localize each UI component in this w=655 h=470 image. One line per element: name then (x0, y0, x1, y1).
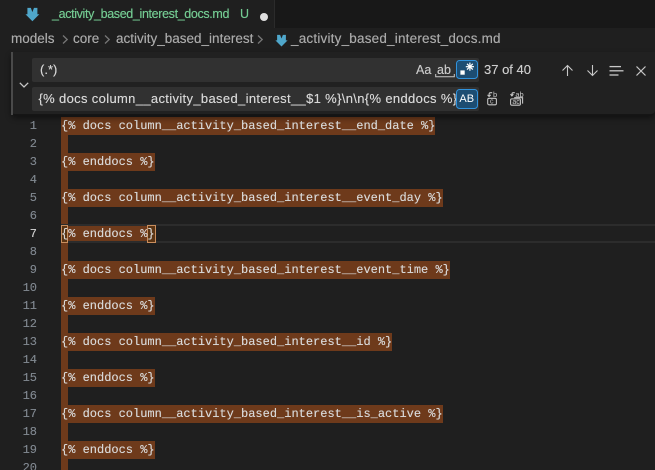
svg-text:b: b (493, 91, 497, 99)
svg-text:ab: ab (515, 91, 523, 99)
svg-text:ac: ac (512, 99, 520, 106)
svg-text:c: c (490, 98, 494, 105)
